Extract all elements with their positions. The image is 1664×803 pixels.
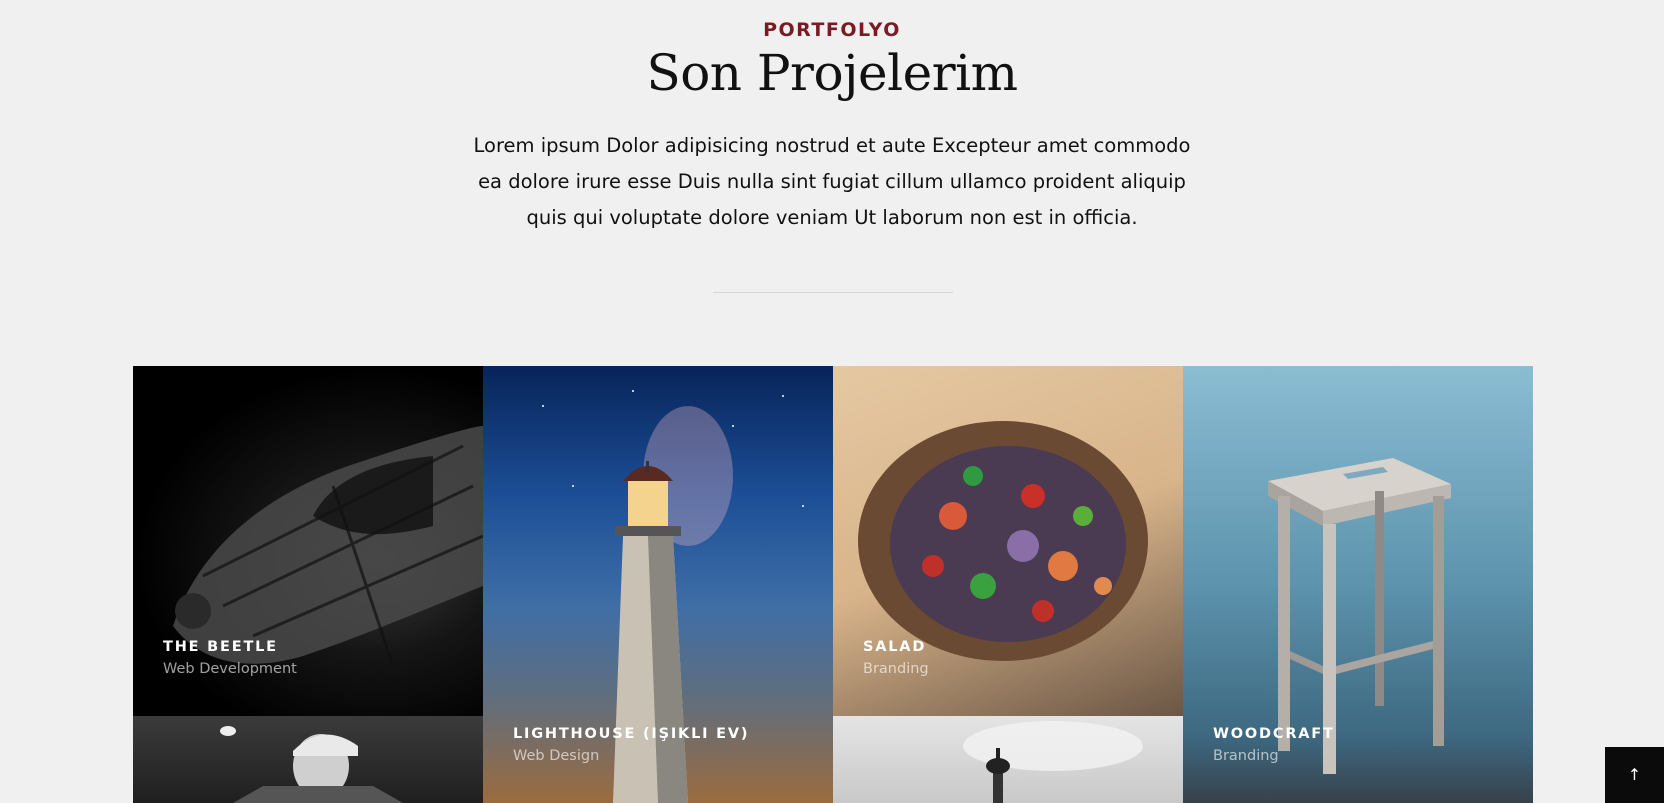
portfolio-item-salad[interactable]: SALAD Branding <box>833 366 1183 716</box>
portfolio-item-category: Web Development <box>163 661 297 677</box>
section-divider <box>713 292 953 293</box>
section-title: Son Projelerim <box>646 44 1018 102</box>
portfolio-item-tower[interactable] <box>833 716 1183 803</box>
portfolio-grid: THE BEETLE Web Development LIGHTHOUSE (I… <box>133 366 1533 803</box>
tower-photo <box>963 721 1143 803</box>
person-photo <box>220 726 403 803</box>
intro-line: Lorem ipsum Dolor adipisicing nostrud et… <box>473 134 1191 157</box>
portfolio-item-title: THE BEETLE <box>163 639 278 655</box>
portfolio-item-title: LIGHTHOUSE (IŞIKLI EV) <box>513 726 750 742</box>
intro-line: ea dolore irure esse Duis nulla sint fug… <box>478 170 1186 193</box>
arrow-up-icon: ↑ <box>1627 765 1642 784</box>
section-intro: Lorem ipsum Dolor adipisicing nostrud et… <box>452 128 1212 236</box>
intro-line: quis qui voluptate dolore veniam Ut labo… <box>526 206 1138 229</box>
portfolio-item-category: Branding <box>1213 748 1279 764</box>
portfolio-item-title: SALAD <box>863 639 927 655</box>
portfolio-item-title: WOODCRAFT <box>1213 726 1335 742</box>
portfolio-item-person[interactable] <box>133 716 483 803</box>
portfolio-caption: THE BEETLE Web Development <box>163 639 297 677</box>
portfolio-caption: WOODCRAFT Branding <box>1213 726 1335 764</box>
portfolio-caption: SALAD Branding <box>863 639 929 677</box>
portfolio-item-category: Web Design <box>513 748 600 764</box>
section-eyebrow: PORTFOLYO <box>763 19 901 41</box>
portfolio-item-lighthouse[interactable]: LIGHTHOUSE (IŞIKLI EV) Web Design <box>483 366 833 803</box>
scroll-to-top-button[interactable]: ↑ <box>1605 747 1664 803</box>
portfolio-caption: LIGHTHOUSE (IŞIKLI EV) Web Design <box>513 726 749 764</box>
portfolio-item-category: Branding <box>863 661 929 677</box>
portfolio-item-beetle[interactable]: THE BEETLE Web Development <box>133 366 483 716</box>
portfolio-item-woodcraft[interactable]: WOODCRAFT Branding <box>1183 366 1533 803</box>
